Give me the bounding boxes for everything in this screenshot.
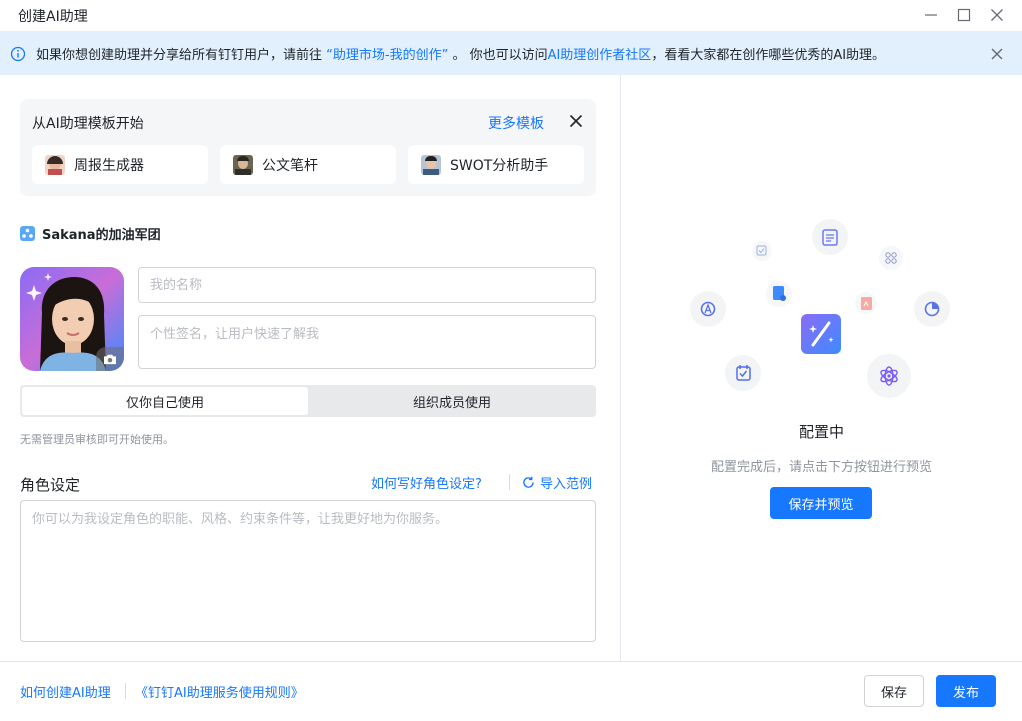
organization-name: Sakana的加油军团 <box>42 228 161 243</box>
info-icon <box>10 46 26 62</box>
notice-close-icon[interactable] <box>989 46 1005 62</box>
config-panel: 从AI助理模板开始 更多模板 周报生成器 公文笔杆 SWOT分析助手 Sakan… <box>0 75 620 661</box>
refresh-icon <box>523 476 534 488</box>
role-field <box>20 500 596 642</box>
template-card-document-writer[interactable]: 公文笔杆 <box>220 145 396 184</box>
template-card-swot-analysis[interactable]: SWOT分析助手 <box>408 145 584 184</box>
visibility-switch: 仅你自己使用 组织成员使用 <box>20 385 596 417</box>
title-bar: 创建AI助理 <box>0 0 1022 30</box>
footer-bar: 如何创建AI助理 《钉钉AI助理服务使用规则》 保存 发布 <box>0 661 1022 721</box>
template-close-icon[interactable] <box>568 113 584 129</box>
notice-text-part-3: ，看看大家都在创作哪些优秀的AI助理。 <box>651 48 886 63</box>
visibility-option-org[interactable]: 组织成员使用 <box>310 387 594 415</box>
template-avatar <box>421 154 441 175</box>
name-input[interactable] <box>139 268 595 302</box>
more-templates-link[interactable]: 更多模板 <box>488 113 544 133</box>
notice-text-part-2: 。 你也可以访问 <box>448 48 548 63</box>
preview-subtitle: 配置完成后，请点击下方按钮进行预览 <box>710 460 932 475</box>
publish-button[interactable]: 发布 <box>936 675 996 707</box>
notice-text: 如果你想创建助理并分享给所有钉钉用户，请前往 “助理市场-我的创作” 。 你也可… <box>36 44 885 63</box>
template-card-label: 周报生成器 <box>74 157 144 174</box>
template-avatar <box>45 154 65 175</box>
window-title: 创建AI助理 <box>18 9 88 25</box>
create-ai-assistant-window: 创建AI助理 如果你想创建助理并分享给所有钉钉用户，请前往 “助理市场-我的创作… <box>0 0 1022 721</box>
divider <box>125 683 126 699</box>
visibility-hint: 无需管理员审核即可开始使用。 <box>20 433 174 446</box>
divider <box>509 474 510 490</box>
save-button[interactable]: 保存 <box>864 675 924 707</box>
role-help-link[interactable]: 如何写好角色设定? <box>371 473 482 492</box>
notice-text-part-1: 如果你想创建助理并分享给所有钉钉用户，请前往 <box>36 48 327 63</box>
creator-community-link[interactable]: AI助理创作者社区 <box>548 48 652 63</box>
notice-banner: 如果你想创建助理并分享给所有钉钉用户，请前往 “助理市场-我的创作” 。 你也可… <box>0 31 1022 75</box>
role-section-title: 角色设定 <box>20 476 81 494</box>
template-card-label: 公文笔杆 <box>262 157 318 174</box>
bio-input[interactable] <box>139 316 595 368</box>
template-card-weekly-report[interactable]: 周报生成器 <box>32 145 208 184</box>
minimize-button[interactable] <box>919 4 943 26</box>
organization-logo-icon <box>20 226 35 241</box>
preview-status: 配置中 <box>798 423 844 441</box>
how-to-create-link[interactable]: 如何创建AI助理 <box>20 682 111 701</box>
maximize-icon <box>957 8 971 22</box>
template-card-label: SWOT分析助手 <box>450 157 549 174</box>
template-section: 从AI助理模板开始 更多模板 周报生成器 公文笔杆 SWOT分析助手 <box>20 99 596 196</box>
save-and-preview-button[interactable]: 保存并预览 <box>770 487 872 519</box>
role-input[interactable] <box>21 501 595 641</box>
close-icon <box>991 9 1003 21</box>
minimize-icon <box>925 14 937 16</box>
import-example-button[interactable]: 导入范例 <box>522 473 592 492</box>
organization-label: Sakana的加油军团 <box>20 224 161 243</box>
assistant-market-link[interactable]: “助理市场-我的创作” <box>326 48 448 63</box>
import-example-label: 导入范例 <box>540 477 593 492</box>
maximize-button[interactable] <box>952 4 976 26</box>
camera-icon <box>104 354 116 365</box>
name-field <box>138 267 596 303</box>
template-avatar <box>233 154 253 175</box>
service-rules-link[interactable]: 《钉钉AI助理服务使用规则》 <box>135 682 304 701</box>
template-heading: 从AI助理模板开始 <box>32 116 144 132</box>
bio-field <box>138 315 596 369</box>
configuring-illustration <box>690 219 950 398</box>
window-close-button[interactable] <box>985 4 1009 26</box>
visibility-option-self[interactable]: 仅你自己使用 <box>22 387 308 415</box>
preview-panel: 配置中 配置完成后，请点击下方按钮进行预览 保存并预览 <box>621 75 1022 661</box>
upload-avatar-button[interactable] <box>96 347 124 371</box>
